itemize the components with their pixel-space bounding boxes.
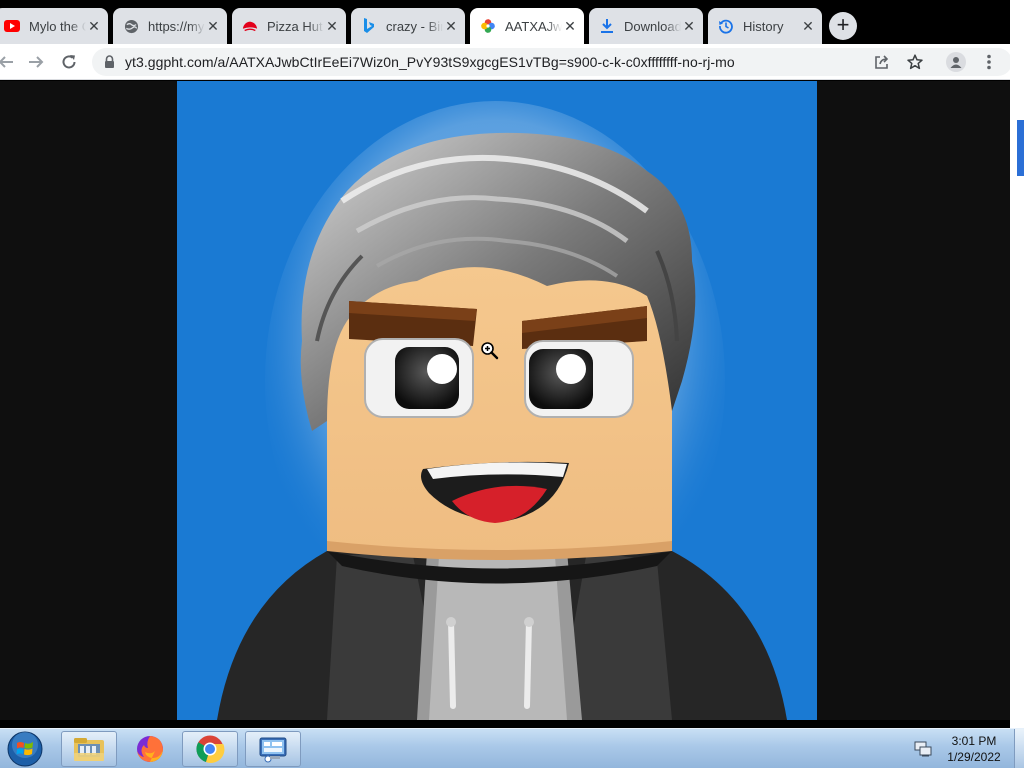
globe-icon (123, 18, 139, 34)
forward-arrow-icon (29, 56, 44, 68)
bookmark-star-icon[interactable] (905, 52, 925, 72)
avatar-image[interactable] (177, 81, 817, 720)
browser-toolbar: yt3.ggpht.com/a/AATXAJwbCtIrEeEi7Wiz0n_P… (0, 44, 1012, 80)
remote-desktop-icon (259, 737, 287, 763)
firefox-icon (137, 736, 163, 762)
close-icon[interactable]: ✕ (800, 18, 816, 34)
download-icon (599, 18, 615, 34)
close-icon[interactable]: ✕ (205, 18, 221, 34)
show-desktop-button[interactable] (1014, 729, 1024, 768)
start-button[interactable] (5, 731, 45, 767)
reload-icon (62, 55, 76, 69)
screen: Mylo the C ✕ https://my ✕ Pizza Hut ✕ cr… (0, 0, 1024, 768)
close-icon[interactable]: ✕ (324, 18, 340, 34)
url-text[interactable]: yt3.ggpht.com/a/AATXAJwbCtIrEeEi7Wiz0n_P… (125, 54, 735, 70)
clock-date: 1/29/2022 (947, 750, 1001, 764)
avatar-illustration (217, 101, 787, 720)
tab-title: Downloads (624, 18, 681, 34)
history-icon (718, 18, 734, 34)
new-tab-button[interactable]: + (829, 12, 857, 40)
pizza-hut-icon (242, 18, 258, 34)
clock-time: 3:01 PM (951, 734, 997, 748)
browser-menu-icon[interactable] (979, 51, 999, 73)
tab-title: Mylo the C (29, 18, 86, 34)
windows-logo-icon (7, 731, 43, 767)
windows-taskbar: 3:01 PM 1/29/2022 (0, 728, 1024, 768)
tab-downloads[interactable]: Downloads ✕ (589, 8, 703, 44)
page-viewport (0, 81, 1010, 720)
profile-avatar-icon[interactable] (946, 52, 966, 72)
close-icon[interactable]: ✕ (681, 18, 697, 34)
tab-mylo[interactable]: Mylo the C ✕ (0, 8, 108, 44)
taskbar-explorer-button[interactable] (61, 731, 117, 767)
close-icon[interactable]: ✕ (86, 18, 102, 34)
close-icon[interactable]: ✕ (443, 18, 459, 34)
bing-icon (361, 18, 377, 34)
back-arrow-icon (0, 56, 13, 68)
back-button[interactable] (0, 50, 18, 74)
taskbar-chrome-button[interactable] (182, 731, 238, 767)
youtube-icon (4, 18, 20, 34)
google-photos-icon (480, 18, 496, 34)
tab-title: crazy - Bing (386, 18, 443, 34)
taskbar-firefox-button[interactable] (122, 731, 178, 767)
network-icon[interactable] (914, 741, 932, 757)
tab-strip: Mylo the C ✕ https://my ✕ Pizza Hut ✕ cr… (0, 0, 1010, 44)
taskbar-remote-desktop-button[interactable] (245, 731, 301, 767)
system-clock[interactable]: 3:01 PM 1/29/2022 (940, 733, 1008, 765)
tab-https[interactable]: https://my ✕ (113, 8, 227, 44)
zoom-in-cursor-icon (481, 342, 499, 360)
tab-title: History (743, 18, 784, 34)
tab-title: https://my (148, 18, 205, 34)
tab-bing[interactable]: crazy - Bing ✕ (351, 8, 465, 44)
close-icon[interactable]: ✕ (562, 18, 578, 34)
tab-history[interactable]: History ✕ (708, 8, 822, 44)
windows-explorer-icon (74, 738, 104, 761)
lock-icon[interactable] (104, 55, 115, 74)
tab-aatxajwb[interactable]: AATXAJwb ✕ (470, 8, 584, 44)
tab-title: AATXAJwb (505, 18, 562, 34)
tab-pizza-hut[interactable]: Pizza Hut ✕ (232, 8, 346, 44)
reload-button[interactable] (57, 50, 81, 74)
chrome-icon (196, 735, 225, 763)
tab-title: Pizza Hut (267, 18, 323, 34)
share-icon[interactable] (872, 52, 892, 72)
adjacent-window-edge (1010, 0, 1024, 730)
address-bar[interactable]: yt3.ggpht.com/a/AATXAJwbCtIrEeEi7Wiz0n_P… (92, 48, 1012, 76)
forward-button[interactable] (24, 50, 48, 74)
